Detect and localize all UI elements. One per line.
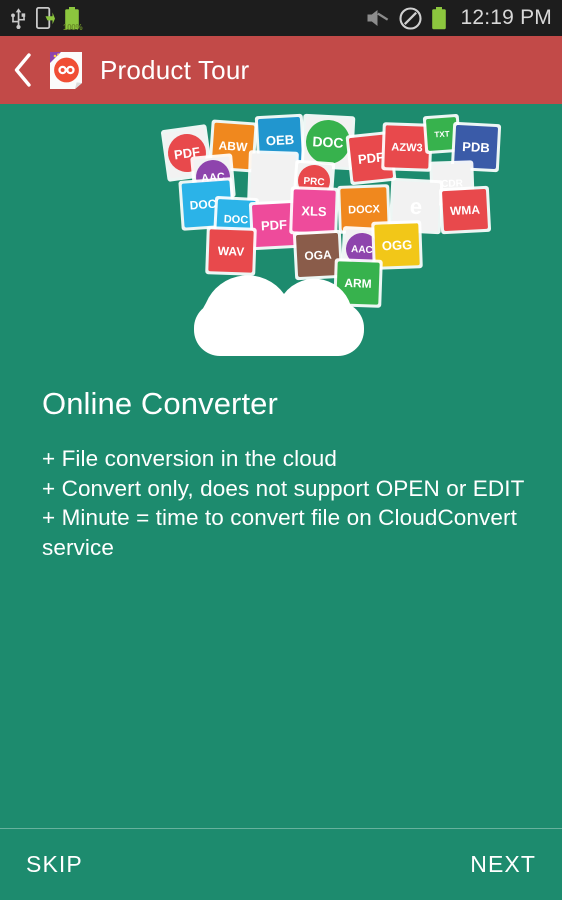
status-bar-right-icons: 12:19 PM	[366, 6, 553, 30]
svg-text:WMA: WMA	[450, 203, 481, 219]
battery-icon	[431, 6, 446, 29]
decor-cloud	[476, 597, 548, 650]
decor-cloud	[222, 678, 289, 722]
next-button[interactable]: NEXT	[466, 841, 540, 888]
tour-footer: SKIP NEXT	[0, 828, 562, 900]
svg-text:ABW: ABW	[218, 138, 248, 154]
battery-charge-icon-wrap: 100%	[63, 6, 83, 32]
screen-share-icon	[36, 7, 55, 29]
hero-illustration: PDF ABW OEB DOC PDF AZW3 TXT PDB AAC PRC CDR DOCX DO…	[0, 104, 562, 364]
white-cloud-icon	[194, 275, 364, 356]
decor-cloud	[118, 599, 197, 652]
svg-text:PDF: PDF	[261, 217, 288, 233]
clock-label: 12:19 PM	[460, 6, 552, 29]
svg-text:DOC: DOC	[312, 133, 344, 151]
svg-text:AZW3: AZW3	[391, 141, 423, 154]
tour-bullets: + File conversion in the cloud + Convert…	[42, 446, 525, 560]
back-button[interactable]	[0, 36, 46, 104]
decor-cloud	[408, 587, 532, 664]
svg-text:e: e	[409, 194, 423, 220]
file-badge: WMA	[438, 185, 492, 235]
skip-button[interactable]: SKIP	[22, 841, 87, 888]
svg-text:PRC: PRC	[303, 176, 325, 188]
svg-text:DOC: DOC	[223, 213, 248, 226]
page-title: Product Tour	[100, 54, 250, 85]
file-badge: WAV	[205, 226, 257, 276]
mute-icon	[367, 10, 388, 26]
app-bar: Product Tour	[0, 36, 562, 104]
do-not-disturb-icon	[398, 6, 422, 30]
decor-cloud	[88, 590, 194, 652]
svg-text:OGA: OGA	[304, 248, 332, 263]
app-logo-icon	[48, 50, 84, 90]
svg-text:XLS: XLS	[301, 203, 327, 219]
file-badge: XLS	[289, 186, 339, 236]
svg-text:OEB: OEB	[266, 132, 295, 148]
tour-content: PDF ABW OEB DOC PDF AZW3 TXT PDB AAC PRC CDR DOCX DO…	[0, 104, 562, 828]
svg-text:PDB: PDB	[462, 139, 490, 155]
svg-text:PDF: PDF	[357, 149, 384, 167]
status-bar-left-icons: 100%	[10, 6, 83, 32]
tour-text-block: Online Converter + File conversion in th…	[42, 386, 532, 562]
svg-text:DOCX: DOCX	[348, 203, 381, 216]
back-chevron-icon	[14, 53, 31, 87]
svg-text:TXT: TXT	[434, 129, 450, 139]
status-bar: 100% 12:19 PM	[0, 0, 562, 36]
decor-cloud	[305, 598, 402, 660]
svg-text:AAC: AAC	[351, 244, 373, 256]
tour-headline: Online Converter	[42, 386, 278, 421]
svg-text:WAV: WAV	[218, 244, 245, 259]
product-tour-screen: 100% 12:19 PM Product Tour PDF ABW OEB D…	[0, 0, 562, 900]
battery-percent-label: 100%	[63, 22, 83, 32]
svg-text:ARM: ARM	[344, 276, 372, 291]
decor-cloud	[8, 606, 100, 664]
usb-icon	[11, 8, 26, 29]
svg-text:OGG: OGG	[382, 237, 413, 253]
